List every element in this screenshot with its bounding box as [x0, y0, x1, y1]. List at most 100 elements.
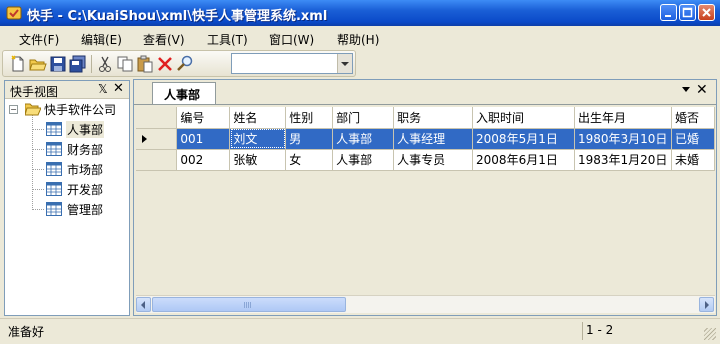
tree-connector — [32, 149, 44, 150]
tree-connector — [32, 129, 44, 130]
tree-item-label: 市场部 — [67, 163, 104, 177]
table-cell[interactable]: 刘文 — [229, 128, 287, 150]
pin-icon[interactable]: 𝕏 — [98, 82, 108, 96]
cut-icon[interactable] — [96, 55, 114, 73]
column-header[interactable]: 编号 — [176, 107, 231, 129]
tree-view: − 快手软件公司 人事部 财务部 市场部 开发部 管理部 — [5, 99, 129, 313]
menu-tools[interactable]: 工具(T) — [207, 31, 248, 48]
delete-icon[interactable] — [156, 55, 174, 73]
document-area: 人事部 ✕ 编号 姓名 性别 部门 职务 入职时间 出生年月 婚否 001 刘文… — [133, 79, 717, 316]
status-bar: 准备好 1 - 2 — [0, 318, 720, 344]
tree-root-label: 快手软件公司 — [44, 103, 117, 117]
find-icon[interactable] — [176, 55, 194, 73]
table-icon — [46, 142, 62, 156]
tree-connector — [32, 111, 33, 210]
table-cell[interactable]: 已婚 — [671, 128, 716, 150]
table-cell[interactable]: 未婚 — [671, 149, 716, 171]
new-file-icon[interactable] — [9, 55, 27, 73]
paste-icon[interactable] — [136, 55, 154, 73]
toolbar-separator — [91, 55, 92, 73]
tree-item-label: 人事部 — [66, 121, 105, 138]
column-header[interactable]: 出生年月 — [574, 107, 672, 129]
row-header[interactable] — [136, 149, 178, 171]
window-title: 快手 - C:\KuaiShou\xml\快手人事管理系统.xml — [27, 9, 328, 24]
table-cell[interactable]: 1980年3月10日 — [574, 128, 672, 150]
title-bar: 快手 - C:\KuaiShou\xml\快手人事管理系统.xml — [0, 0, 720, 26]
chevron-down-icon[interactable] — [337, 54, 352, 73]
column-header[interactable]: 姓名 — [229, 107, 287, 129]
app-icon — [6, 6, 22, 20]
tab-hr[interactable]: 人事部 — [152, 82, 216, 104]
row-header-corner — [136, 107, 178, 129]
table-row[interactable]: 001 刘文 男 人事部 人事经理 2008年5月1日 1980年3月10日 已… — [136, 128, 716, 150]
status-separator — [582, 322, 583, 340]
column-header[interactable]: 婚否 — [671, 107, 716, 129]
employee-table: 编号 姓名 性别 部门 职务 入职时间 出生年月 婚否 001 刘文 男 人事部 — [136, 107, 716, 171]
minimize-button[interactable] — [660, 4, 677, 21]
maximize-button[interactable] — [679, 4, 696, 21]
scrollbar-thumb[interactable] — [152, 297, 346, 312]
tree-connector — [32, 209, 44, 210]
view-panel-title: 快手视图 — [10, 85, 59, 99]
menu-window[interactable]: 窗口(W) — [269, 31, 314, 48]
save-all-icon[interactable] — [69, 55, 87, 73]
table-cell[interactable]: 1983年1月20日 — [574, 149, 672, 171]
menu-edit[interactable]: 编辑(E) — [81, 31, 122, 48]
data-grid: 编号 姓名 性别 部门 职务 入职时间 出生年月 婚否 001 刘文 男 人事部 — [136, 107, 716, 313]
table-cell[interactable]: 2008年5月1日 — [472, 128, 575, 150]
tree-item-label: 财务部 — [67, 143, 104, 157]
close-button[interactable] — [698, 4, 715, 21]
column-header[interactable]: 入职时间 — [472, 107, 575, 129]
tab-label: 人事部 — [164, 88, 201, 102]
minimize-icon — [665, 15, 671, 17]
menu-help[interactable]: 帮助(H) — [337, 31, 379, 48]
table-icon — [46, 182, 62, 196]
table-cell[interactable]: 张敏 — [229, 149, 287, 171]
table-header-row: 编号 姓名 性别 部门 职务 入职时间 出生年月 婚否 — [136, 107, 716, 129]
column-header[interactable]: 性别 — [285, 107, 334, 129]
column-header[interactable]: 部门 — [332, 107, 395, 129]
table-cell[interactable]: 人事部 — [332, 149, 395, 171]
record-count: 1 - 2 — [586, 323, 614, 337]
tree-item-label: 管理部 — [67, 203, 104, 217]
table-icon — [46, 202, 62, 216]
current-row-arrow-icon — [142, 134, 147, 143]
table-row[interactable]: 002 张敏 女 人事部 人事专员 2008年6月1日 1983年1月20日 未… — [136, 149, 716, 171]
chevron-down-icon[interactable] — [682, 87, 690, 92]
toolbar — [2, 50, 356, 77]
table-icon — [46, 162, 62, 176]
tree-connector — [32, 189, 44, 190]
scroll-left-icon[interactable] — [136, 297, 151, 312]
resize-grip-icon[interactable] — [704, 328, 716, 340]
menu-view[interactable]: 查看(V) — [143, 31, 185, 48]
close-icon[interactable]: ✕ — [113, 81, 124, 96]
tree-item-label: 开发部 — [67, 183, 104, 197]
scroll-right-icon[interactable] — [699, 297, 714, 312]
menu-file[interactable]: 文件(F) — [19, 31, 59, 48]
save-icon[interactable] — [49, 55, 67, 73]
table-icon — [46, 122, 62, 136]
view-panel: 快手视图 𝕏 ✕ − 快手软件公司 人事部 财务部 市场部 开发部 管理部 — [4, 80, 130, 316]
table-cell[interactable]: 女 — [285, 149, 334, 171]
table-cell[interactable]: 2008年6月1日 — [472, 149, 575, 171]
table-cell[interactable]: 人事部 — [332, 128, 395, 150]
copy-icon[interactable] — [116, 55, 134, 73]
collapse-toggle[interactable]: − — [9, 105, 18, 114]
horizontal-scrollbar[interactable] — [136, 295, 715, 313]
tree-connector — [32, 169, 44, 170]
view-panel-header: 快手视图 𝕏 ✕ — [5, 81, 129, 99]
table-cell[interactable]: 002 — [176, 149, 231, 171]
table-cell[interactable]: 男 — [285, 128, 334, 150]
table-cell[interactable]: 001 — [176, 128, 231, 150]
close-icon — [702, 8, 711, 17]
status-text: 准备好 — [8, 325, 45, 339]
folder-open-icon — [25, 103, 41, 116]
column-header[interactable]: 职务 — [393, 107, 474, 129]
toolbar-combo[interactable] — [231, 53, 353, 74]
row-header[interactable] — [136, 128, 178, 150]
table-cell[interactable]: 人事专员 — [393, 149, 474, 171]
table-cell[interactable]: 人事经理 — [393, 128, 474, 150]
close-icon[interactable]: ✕ — [696, 82, 708, 98]
open-folder-icon[interactable] — [29, 55, 47, 73]
tab-strip: 人事部 ✕ — [134, 80, 716, 105]
